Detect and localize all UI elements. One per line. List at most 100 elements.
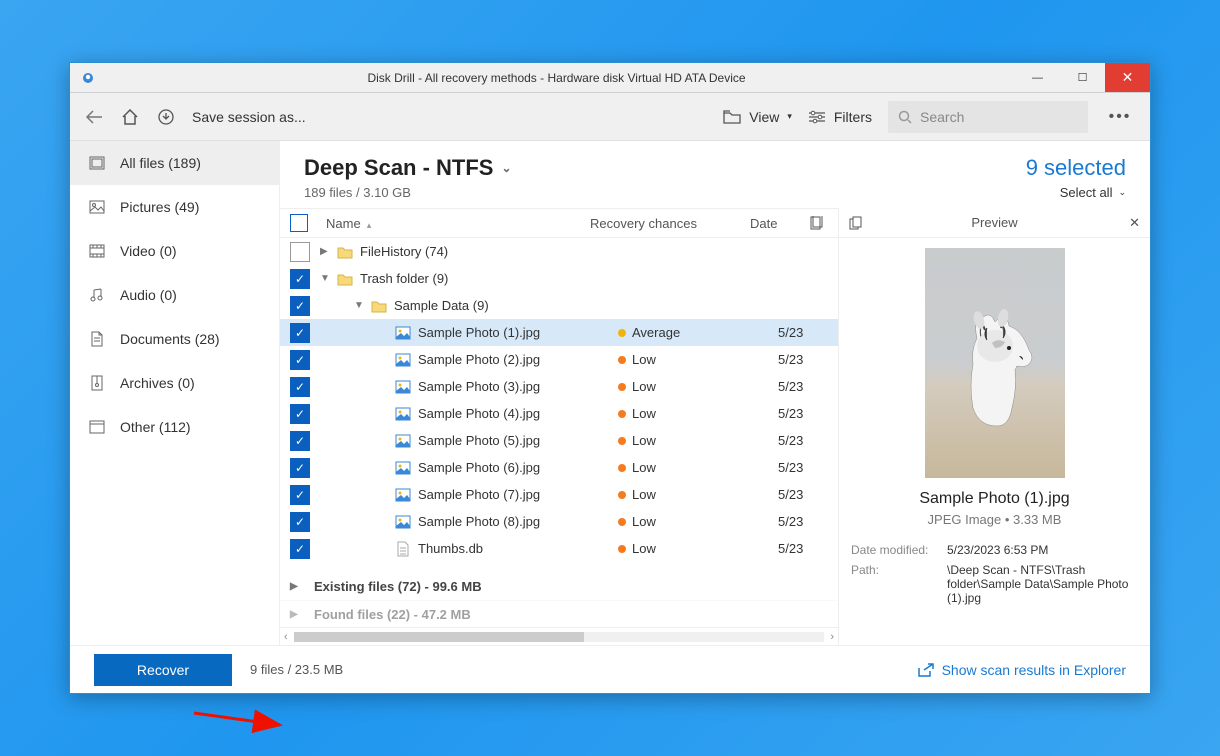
save-session-button[interactable]: Save session as... (192, 109, 306, 125)
file-tree: ▶FileHistory (74)✓▼Trash folder (9)✓▼Sam… (280, 238, 838, 573)
minimize-button[interactable]: — (1015, 63, 1060, 92)
group-existing-files[interactable]: ▶ Existing files (72) - 99.6 MB (280, 573, 838, 600)
row-checkbox[interactable]: ✓ (290, 485, 310, 505)
row-checkbox[interactable]: ✓ (290, 269, 310, 289)
explorer-link-label: Show scan results in Explorer (942, 662, 1126, 678)
scan-title-text: Deep Scan - NTFS (304, 155, 493, 181)
copy-icon[interactable] (849, 216, 869, 230)
folder-icon (370, 298, 388, 314)
recover-button[interactable]: Recover (94, 654, 232, 686)
sidebar-item-archives[interactable]: Archives (0) (70, 361, 279, 405)
expand-arrow-icon[interactable]: ▼ (320, 273, 336, 284)
scan-title-dropdown[interactable]: Deep Scan - NTFS ⌄ (304, 155, 512, 181)
dog-silhouette-icon (957, 308, 1047, 428)
column-name[interactable]: Name▴ (322, 216, 590, 231)
row-checkbox[interactable]: ✓ (290, 323, 310, 343)
save-icon[interactable] (156, 107, 176, 127)
video-icon (88, 242, 106, 260)
sidebar-item-all-files[interactable]: All files (189) (70, 141, 279, 185)
file-row[interactable]: ✓Sample Photo (8).jpgLow5/23 (280, 508, 838, 535)
row-checkbox[interactable]: ✓ (290, 296, 310, 316)
select-all-checkbox[interactable] (290, 214, 308, 232)
meta-date-label: Date modified: (851, 543, 937, 557)
show-in-explorer-link[interactable]: Show scan results in Explorer (918, 662, 1126, 678)
folder-row[interactable]: ✓▼Sample Data (9) (280, 292, 838, 319)
row-checkbox[interactable]: ✓ (290, 350, 310, 370)
file-row[interactable]: ✓Thumbs.dbLow5/23 (280, 535, 838, 562)
file-row[interactable]: ✓ Sample Photo (7).jpgLow5/23 (280, 481, 838, 508)
preview-toggle-icon[interactable] (810, 216, 838, 230)
chevron-down-icon: ⌄ (501, 161, 511, 175)
document-icon (88, 330, 106, 348)
row-date: 5/23 (778, 487, 838, 502)
scan-subtitle: 189 files / 3.10 GB (304, 185, 512, 200)
file-row[interactable]: ✓Sample Photo (1).jpgAverage5/23 (280, 319, 838, 346)
group-label: Existing files (72) - 99.6 MB (314, 579, 482, 594)
row-name: Sample Photo (7).jpg (418, 487, 618, 502)
filters-button[interactable]: Filters (808, 109, 872, 125)
search-icon (898, 110, 912, 124)
row-name: Sample Photo (2).jpg (418, 352, 618, 367)
sidebar-item-video[interactable]: Video (0) (70, 229, 279, 273)
search-input[interactable]: Search (888, 101, 1088, 133)
column-date[interactable]: Date (750, 216, 810, 231)
expand-arrow-icon[interactable]: ▼ (354, 300, 370, 311)
row-date: 5/23 (778, 514, 838, 529)
chevron-down-icon: ▾ (787, 111, 792, 122)
file-row[interactable]: ✓Sample Photo (4).jpgLow5/23 (280, 400, 838, 427)
annotation-arrow-icon (192, 705, 292, 735)
file-row[interactable]: ✓Sample Photo (2).jpgLow5/23 (280, 346, 838, 373)
folder-row[interactable]: ▶FileHistory (74) (280, 238, 838, 265)
sliders-icon (808, 110, 826, 124)
home-icon[interactable] (120, 107, 140, 127)
more-button[interactable]: ••• (1104, 108, 1136, 126)
maximize-button[interactable]: ☐ (1060, 63, 1105, 92)
other-icon (88, 418, 106, 436)
file-row[interactable]: ✓Sample Photo (6).jpgLow5/23 (280, 454, 838, 481)
close-button[interactable]: ✕ (1105, 63, 1150, 92)
row-checkbox[interactable]: ✓ (290, 404, 310, 424)
row-checkbox[interactable]: ✓ (290, 458, 310, 478)
preview-title: Preview (869, 215, 1120, 230)
folder-row[interactable]: ✓▼Trash folder (9) (280, 265, 838, 292)
sidebar-item-pictures[interactable]: Pictures (49) (70, 185, 279, 229)
archive-icon (88, 374, 106, 392)
back-icon[interactable] (84, 107, 104, 127)
folder-icon (336, 244, 354, 260)
recovery-chance: Low (618, 352, 778, 367)
close-preview-icon[interactable]: ✕ (1120, 215, 1140, 231)
column-recovery[interactable]: Recovery chances (590, 216, 750, 231)
group-found-files[interactable]: ▶ Found files (22) - 47.2 MB (280, 600, 838, 627)
row-checkbox[interactable]: ✓ (290, 539, 310, 559)
sidebar-item-label: Pictures (49) (120, 199, 199, 215)
filters-label: Filters (834, 109, 872, 125)
file-row[interactable]: ✓Sample Photo (3).jpgLow5/23 (280, 373, 838, 400)
expand-arrow-icon[interactable]: ▶ (320, 246, 336, 257)
row-checkbox[interactable] (290, 242, 310, 262)
row-date: 5/23 (778, 460, 838, 475)
sidebar-item-audio[interactable]: Audio (0) (70, 273, 279, 317)
horizontal-scrollbar[interactable]: ‹› (280, 627, 838, 645)
expand-arrow-icon[interactable]: ▶ (290, 609, 306, 620)
select-all-button[interactable]: Select all ⌄ (1026, 185, 1126, 200)
recovery-chance: Low (618, 487, 778, 502)
sidebar-item-documents[interactable]: Documents (28) (70, 317, 279, 361)
sidebar-item-other[interactable]: Other (112) (70, 405, 279, 449)
preview-image (925, 248, 1065, 478)
row-name: Thumbs.db (418, 541, 618, 556)
select-all-label: Select all (1060, 185, 1113, 200)
row-checkbox[interactable]: ✓ (290, 512, 310, 532)
row-checkbox[interactable]: ✓ (290, 431, 310, 451)
file-row[interactable]: ✓Sample Photo (5).jpgLow5/23 (280, 427, 838, 454)
footer: Recover 9 files / 23.5 MB Show scan resu… (70, 645, 1150, 693)
selected-count: 9 selected (1026, 155, 1126, 181)
row-checkbox[interactable]: ✓ (290, 377, 310, 397)
recovery-chance: Low (618, 514, 778, 529)
window-controls: — ☐ ✕ (1015, 63, 1150, 92)
group-label: Found files (22) - 47.2 MB (314, 607, 471, 622)
view-dropdown[interactable]: View ▾ (723, 109, 792, 125)
expand-arrow-icon[interactable]: ▶ (290, 581, 306, 592)
view-label: View (749, 109, 779, 125)
row-name: Sample Photo (1).jpg (418, 325, 618, 340)
app-icon (78, 68, 98, 88)
